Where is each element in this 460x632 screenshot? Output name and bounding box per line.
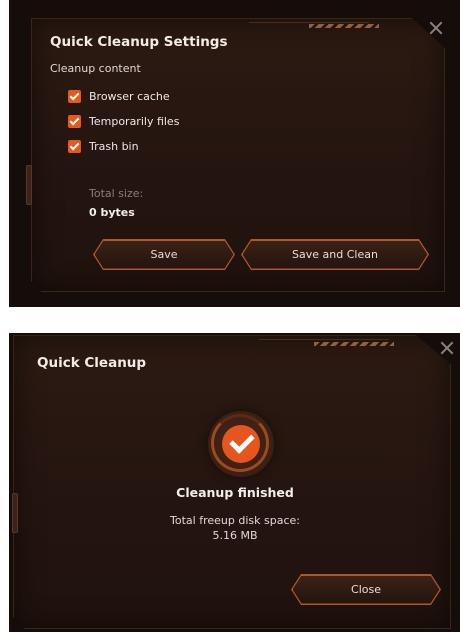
- section-label: Cleanup content: [50, 62, 141, 75]
- dialog-title: Quick Cleanup Settings: [50, 34, 228, 50]
- checkbox-checked-icon[interactable]: [68, 115, 81, 128]
- close-icon[interactable]: [439, 340, 455, 356]
- decor-line: [259, 339, 389, 340]
- cleanup-complete-icon: [208, 411, 274, 477]
- option-label: Browser cache: [89, 90, 170, 103]
- checkbox-checked-icon[interactable]: [68, 140, 81, 153]
- option-label: Trash bin: [89, 140, 139, 153]
- save-button-label: Save: [95, 241, 234, 269]
- save-button[interactable]: Save: [93, 239, 235, 270]
- option-browser-cache[interactable]: Browser cache: [68, 90, 170, 103]
- close-icon[interactable]: [428, 20, 444, 36]
- total-size-label: Total size:: [89, 187, 144, 200]
- save-and-clean-button[interactable]: Save and Clean: [241, 239, 429, 270]
- option-temporary-files[interactable]: Temporarily files: [68, 115, 179, 128]
- result-screen: Quick Cleanup Cleanup finished Total fre…: [9, 333, 460, 632]
- save-and-clean-button-label: Save and Clean: [243, 241, 428, 269]
- total-size-value: 0 bytes: [89, 206, 135, 219]
- status-text: Cleanup finished: [176, 485, 294, 500]
- close-button-label: Close: [293, 576, 440, 604]
- close-button[interactable]: Close: [291, 574, 441, 605]
- freeup-value: 5.16 MB: [212, 529, 258, 542]
- checkbox-checked-icon[interactable]: [68, 90, 81, 103]
- option-label: Temporarily files: [89, 115, 180, 128]
- settings-screen: Quick Cleanup Settings Cleanup content B…: [9, 0, 460, 307]
- freeup-label: Total freeup disk space:: [170, 514, 300, 527]
- option-trash-bin[interactable]: Trash bin: [68, 140, 139, 153]
- dialog-title: Quick Cleanup: [37, 355, 147, 371]
- decor-line: [249, 22, 369, 23]
- decor-stripes: [314, 342, 394, 346]
- side-tab: [26, 165, 32, 205]
- decor-stripes: [309, 24, 379, 28]
